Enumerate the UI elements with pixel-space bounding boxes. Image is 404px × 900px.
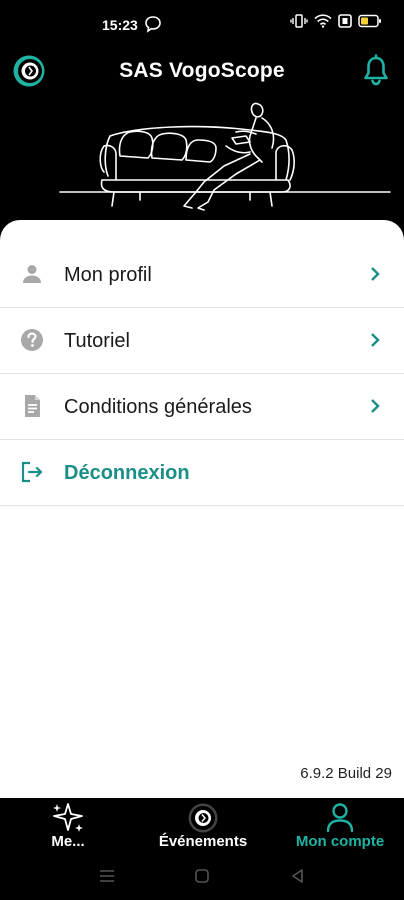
bottom-nav: Me... Événements Mon compte	[0, 798, 404, 856]
menu-item-label: Conditions générales	[64, 396, 252, 418]
home-icon[interactable]	[194, 868, 210, 884]
account-icon	[326, 803, 354, 833]
account-menu: Mon profil Tutoriel Conditions générales	[0, 242, 404, 506]
app-header: SAS VogoScope	[0, 50, 404, 94]
person-icon	[23, 265, 41, 283]
status-time: 15:23	[102, 17, 138, 33]
chevron-right-icon	[371, 267, 380, 281]
chat-bubble-icon	[145, 16, 161, 33]
tab-evenements[interactable]: Événements	[140, 798, 266, 856]
logout-label: Déconnexion	[64, 462, 190, 484]
battery-icon	[358, 14, 381, 28]
menu-item-logout[interactable]: Déconnexion	[0, 440, 404, 506]
menu-item-profile[interactable]: Mon profil	[0, 242, 404, 308]
sparkle-icon	[53, 803, 83, 832]
tab-label: Me...	[51, 833, 85, 850]
bell-icon[interactable]	[362, 54, 390, 86]
menu-item-label: Mon profil	[64, 264, 152, 286]
vogoscope-logo-icon	[188, 803, 218, 833]
tab-label: Mon compte	[295, 833, 385, 850]
tab-mon-compte[interactable]: Mon compte	[280, 798, 400, 856]
tab-label: Événements	[158, 833, 248, 850]
wifi-icon	[314, 14, 332, 28]
account-menu-card: Mon profil Tutoriel Conditions générales	[0, 220, 404, 798]
document-icon	[25, 395, 40, 417]
logout-icon	[21, 461, 43, 483]
back-icon[interactable]	[290, 868, 306, 884]
sofa-illustration	[59, 102, 391, 211]
status-bar: 15:23	[0, 0, 404, 50]
vibrate-icon	[290, 14, 308, 28]
menu-icon[interactable]	[98, 868, 116, 884]
system-nav-bar	[0, 856, 404, 900]
menu-item-terms[interactable]: Conditions générales	[0, 374, 404, 440]
chevron-right-icon	[371, 399, 380, 413]
menu-item-label: Tutoriel	[64, 330, 130, 352]
app-title: SAS VogoScope	[119, 59, 285, 82]
sim-icon	[338, 14, 352, 28]
chevron-right-icon	[371, 333, 380, 347]
app-version: 6.9.2 Build 29	[300, 765, 392, 782]
tab-mes[interactable]: Me...	[28, 798, 108, 856]
help-circle-icon	[21, 329, 43, 351]
status-icons	[290, 14, 382, 28]
menu-item-tutorial[interactable]: Tutoriel	[0, 308, 404, 374]
